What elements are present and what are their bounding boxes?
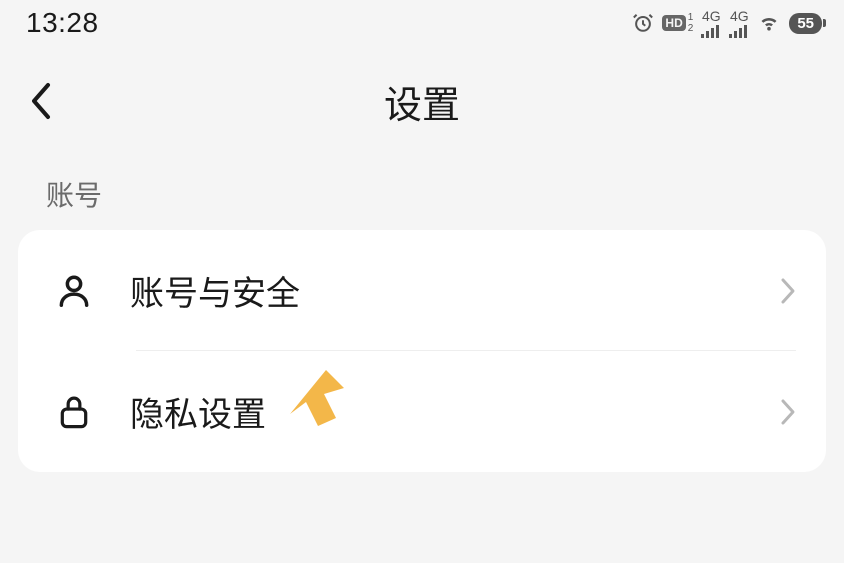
battery-indicator: 55 xyxy=(789,13,822,34)
lock-icon xyxy=(52,390,96,434)
row-privacy-settings[interactable]: 隐私设置 xyxy=(18,351,826,472)
row-account-security[interactable]: 账号与安全 xyxy=(18,230,826,351)
status-bar: 13:28 HD 1 2 4G 4G 55 xyxy=(0,0,844,44)
status-icons: HD 1 2 4G 4G 55 xyxy=(632,9,822,38)
status-time: 13:28 xyxy=(26,7,99,39)
chevron-left-icon xyxy=(30,81,54,121)
hd-badge: HD 1 2 xyxy=(662,13,693,34)
settings-card: 账号与安全 隐私设置 xyxy=(18,230,826,472)
row-label: 账号与安全 xyxy=(130,266,780,315)
page-title: 设置 xyxy=(20,74,824,129)
row-label: 隐私设置 xyxy=(130,387,780,436)
wifi-icon xyxy=(757,13,781,33)
chevron-right-icon xyxy=(780,398,796,426)
section-header-account: 账号 xyxy=(0,144,844,230)
chevron-right-icon xyxy=(780,277,796,305)
alarm-icon xyxy=(632,12,654,34)
back-button[interactable] xyxy=(20,79,64,123)
nav-bar: 设置 xyxy=(0,44,844,144)
user-icon xyxy=(52,269,96,313)
signal-2-icon: 4G xyxy=(729,9,749,38)
signal-1-icon: 4G xyxy=(701,9,721,38)
